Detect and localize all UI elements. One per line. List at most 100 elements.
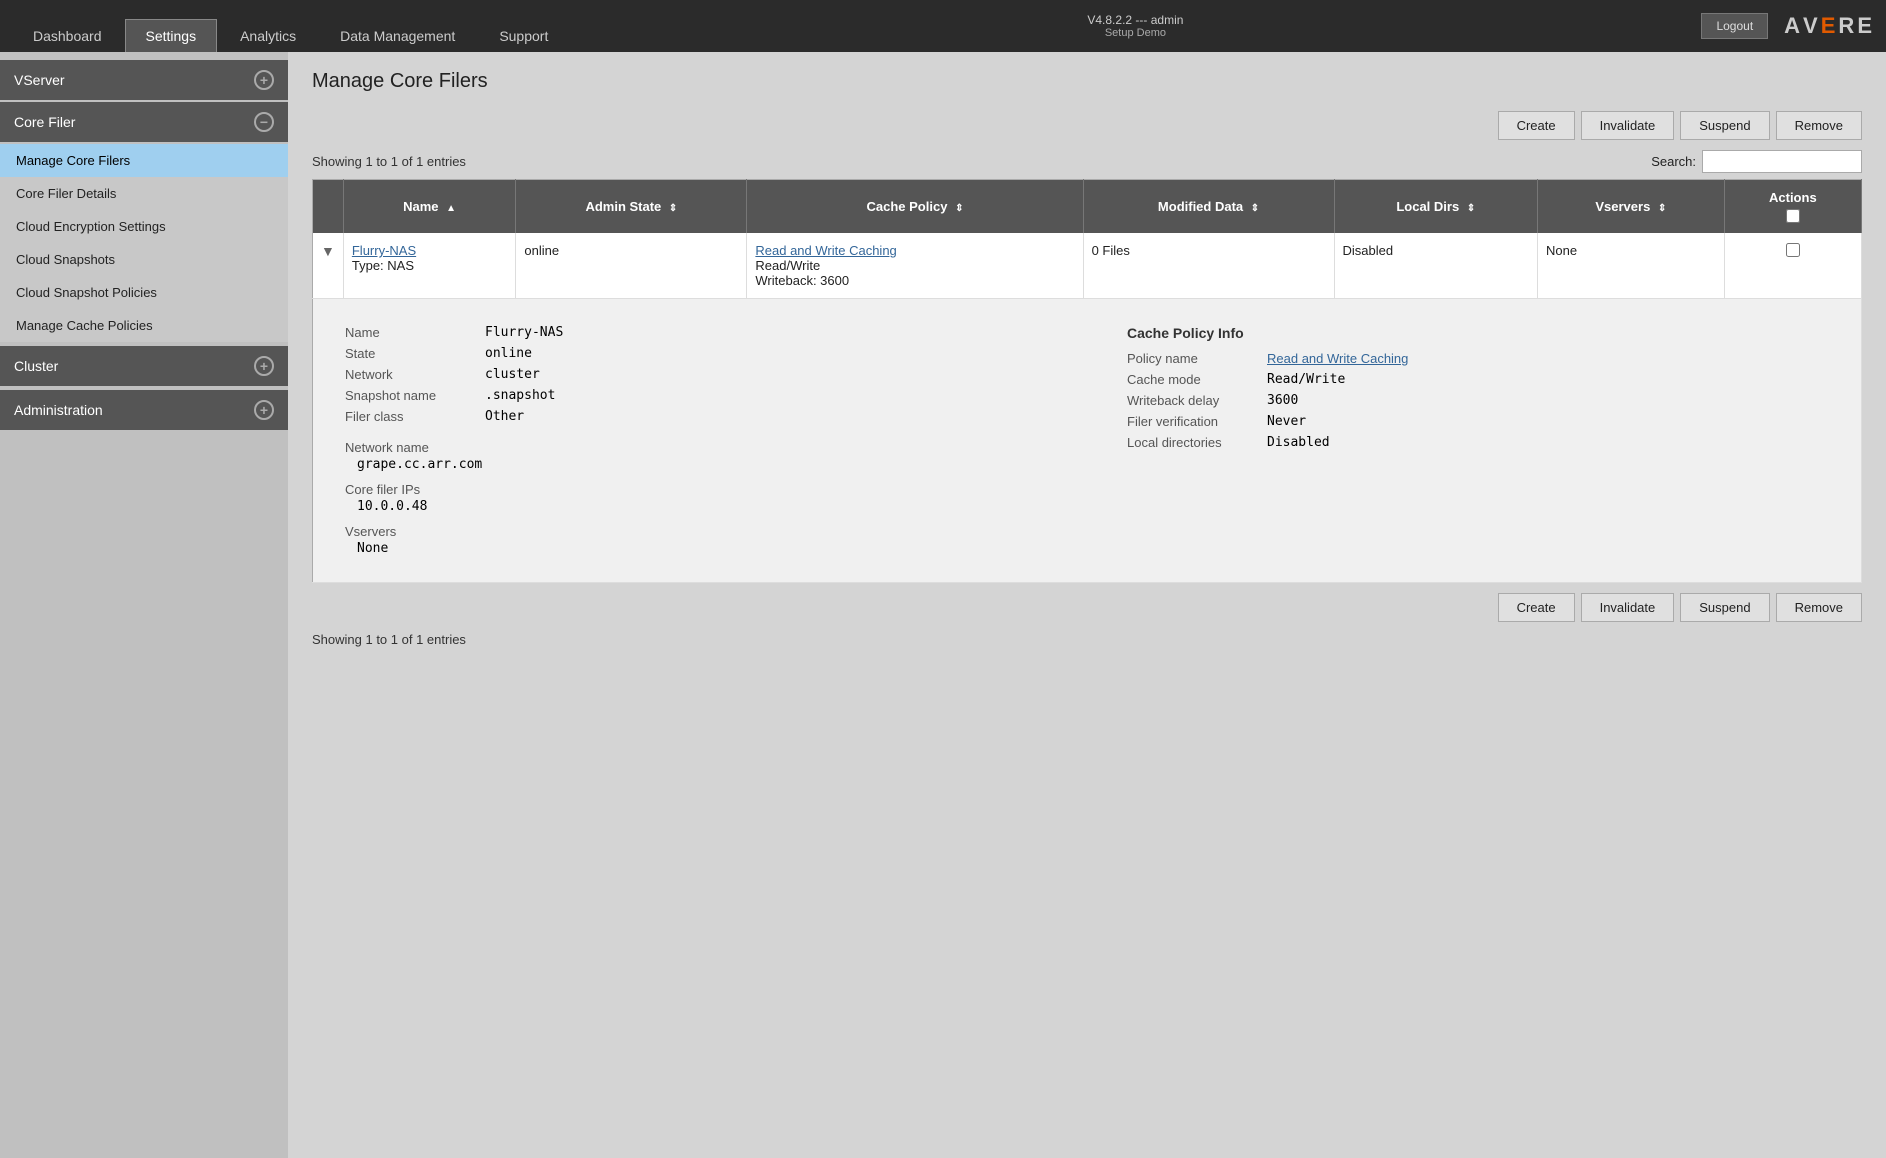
cluster-expand-icon: +	[254, 356, 274, 376]
search-label: Search:	[1651, 154, 1696, 169]
filer-verification-label: Filer verification	[1127, 414, 1267, 429]
cache-policy-info-group: Cache Policy Info Policy name Read and W…	[1127, 325, 1829, 556]
col-header-cache-policy[interactable]: Cache Policy ⇕	[747, 180, 1083, 234]
filer-verification-value: Never	[1267, 414, 1306, 429]
table-row: ▼ Flurry-NAS Type: NAS online Read and W…	[313, 233, 1862, 299]
select-all-checkbox[interactable]	[1786, 209, 1800, 223]
tab-settings[interactable]: Settings	[125, 19, 218, 52]
core-filers-table: Name ▲ Admin State ⇕ Cache Policy ⇕ Modi…	[312, 179, 1862, 583]
row-cache-policy-cell: Read and Write Caching Read/Write Writeb…	[747, 233, 1083, 299]
row-admin-state-cell: online	[516, 233, 747, 299]
name-value: Flurry-NAS	[485, 325, 563, 340]
sidebar-item-manage-core-filers[interactable]: Manage Core Filers	[0, 144, 288, 177]
expanded-content: Name Flurry-NAS State online Network clu…	[321, 309, 1853, 572]
tab-support[interactable]: Support	[478, 19, 569, 52]
showing-text-bottom: Showing 1 to 1 of 1 entries	[312, 632, 466, 647]
local-directories-value: Disabled	[1267, 435, 1330, 450]
sidebar-vserver-label: VServer	[14, 72, 65, 88]
snapshot-name-label: Snapshot name	[345, 388, 485, 403]
state-label: State	[345, 346, 485, 361]
setup-demo-text[interactable]: Setup Demo	[1105, 27, 1166, 39]
sidebar-core-filer-label: Core Filer	[14, 114, 75, 130]
sidebar-section-vserver[interactable]: VServer +	[0, 60, 288, 100]
tab-dashboard[interactable]: Dashboard	[12, 19, 123, 52]
col-header-local-dirs[interactable]: Local Dirs ⇕	[1334, 180, 1537, 234]
network-name-value: grape.cc.arr.com	[345, 457, 1047, 472]
policy-name-link[interactable]: Read and Write Caching	[1267, 351, 1408, 366]
create-button-bottom[interactable]: Create	[1498, 593, 1575, 622]
administration-expand-icon: +	[254, 400, 274, 420]
row-expand-icon[interactable]: ▼	[321, 243, 335, 259]
logout-button[interactable]: Logout	[1701, 13, 1768, 39]
sidebar-administration-label: Administration	[14, 402, 103, 418]
admin-state-value: online	[524, 243, 559, 258]
avere-logo: A V E R E	[1784, 13, 1874, 39]
vservers-group: Vservers None	[345, 524, 1047, 556]
logo-r: R	[1838, 13, 1856, 39]
sidebar-section-core-filer[interactable]: Core Filer −	[0, 102, 288, 142]
sidebar: VServer + Core Filer − Manage Core Filer…	[0, 52, 288, 1158]
topbar-right: Logout A V E R E	[1701, 13, 1874, 39]
basic-info-group: Name Flurry-NAS State online Network clu…	[345, 325, 1047, 556]
col-header-name[interactable]: Name ▲	[343, 180, 516, 234]
cache-mode-label: Cache mode	[1127, 372, 1267, 387]
search-input[interactable]	[1702, 150, 1862, 173]
filer-verification-row: Filer verification Never	[1127, 414, 1829, 429]
sidebar-section-administration[interactable]: Administration +	[0, 390, 288, 430]
col-header-vservers[interactable]: Vservers ⇕	[1538, 180, 1725, 234]
cache-policy-link[interactable]: Read and Write Caching	[755, 243, 896, 258]
sidebar-item-cloud-snapshots[interactable]: Cloud Snapshots	[0, 243, 288, 276]
name-sort-icon: ▲	[446, 203, 456, 214]
bottom-action-bar: Create Invalidate Suspend Remove	[312, 593, 1862, 622]
row-select-checkbox[interactable]	[1786, 243, 1800, 257]
core-filer-expand-icon: −	[254, 112, 274, 132]
info-filer-class-row: Filer class Other	[345, 409, 1047, 424]
cache-policy-sort-icon: ⇕	[955, 203, 963, 214]
sidebar-item-manage-cache-policies[interactable]: Manage Cache Policies	[0, 309, 288, 342]
core-filer-ips-value: 10.0.0.48	[345, 499, 1047, 514]
vservers-group-value: None	[345, 541, 1047, 556]
invalidate-button-bottom[interactable]: Invalidate	[1581, 593, 1675, 622]
create-button-top[interactable]: Create	[1498, 111, 1575, 140]
info-snapshot-row: Snapshot name .snapshot	[345, 388, 1047, 403]
tab-data-management[interactable]: Data Management	[319, 19, 476, 52]
tab-analytics[interactable]: Analytics	[219, 19, 317, 52]
network-name-label: Network name	[345, 440, 1047, 455]
col-header-modified-data[interactable]: Modified Data ⇕	[1083, 180, 1334, 234]
cache-policy-section-title: Cache Policy Info	[1127, 325, 1829, 341]
filer-class-value: Other	[485, 409, 524, 424]
cache-mode-value: Read/Write	[1267, 372, 1345, 387]
filer-class-label: Filer class	[345, 409, 485, 424]
filer-name-link[interactable]: Flurry-NAS	[352, 243, 416, 258]
logo-accent-e: E	[1821, 13, 1838, 39]
policy-name-label: Policy name	[1127, 351, 1267, 366]
sidebar-section-cluster[interactable]: Cluster +	[0, 346, 288, 386]
sidebar-item-core-filer-details[interactable]: Core Filer Details	[0, 177, 288, 210]
col-header-expand	[313, 180, 344, 234]
remove-button-top[interactable]: Remove	[1776, 111, 1862, 140]
main-layout: VServer + Core Filer − Manage Core Filer…	[0, 52, 1886, 1158]
suspend-button-top[interactable]: Suspend	[1680, 111, 1769, 140]
expanded-detail-row: Name Flurry-NAS State online Network clu…	[313, 299, 1862, 583]
cache-policy-writeback: Writeback: 3600	[755, 273, 849, 288]
sidebar-item-cloud-encryption-settings[interactable]: Cloud Encryption Settings	[0, 210, 288, 243]
state-value: online	[485, 346, 532, 361]
cache-policy-mode: Read/Write	[755, 258, 820, 273]
filer-type: Type: NAS	[352, 258, 414, 273]
row-checkbox-cell[interactable]	[1724, 233, 1861, 299]
content-area: Manage Core Filers Create Invalidate Sus…	[288, 52, 1886, 1158]
vservers-value: None	[1546, 243, 1577, 258]
modified-data-sort-icon: ⇕	[1251, 203, 1259, 214]
row-name-cell: Flurry-NAS Type: NAS	[343, 233, 516, 299]
invalidate-button-top[interactable]: Invalidate	[1581, 111, 1675, 140]
local-directories-label: Local directories	[1127, 435, 1267, 450]
writeback-delay-label: Writeback delay	[1127, 393, 1267, 408]
vservers-sort-icon: ⇕	[1658, 203, 1666, 214]
writeback-delay-value: 3600	[1267, 393, 1298, 408]
row-expand-cell[interactable]: ▼	[313, 233, 344, 299]
suspend-button-bottom[interactable]: Suspend	[1680, 593, 1769, 622]
logo-e2: E	[1857, 13, 1874, 39]
sidebar-item-cloud-snapshot-policies[interactable]: Cloud Snapshot Policies	[0, 276, 288, 309]
remove-button-bottom[interactable]: Remove	[1776, 593, 1862, 622]
col-header-admin-state[interactable]: Admin State ⇕	[516, 180, 747, 234]
